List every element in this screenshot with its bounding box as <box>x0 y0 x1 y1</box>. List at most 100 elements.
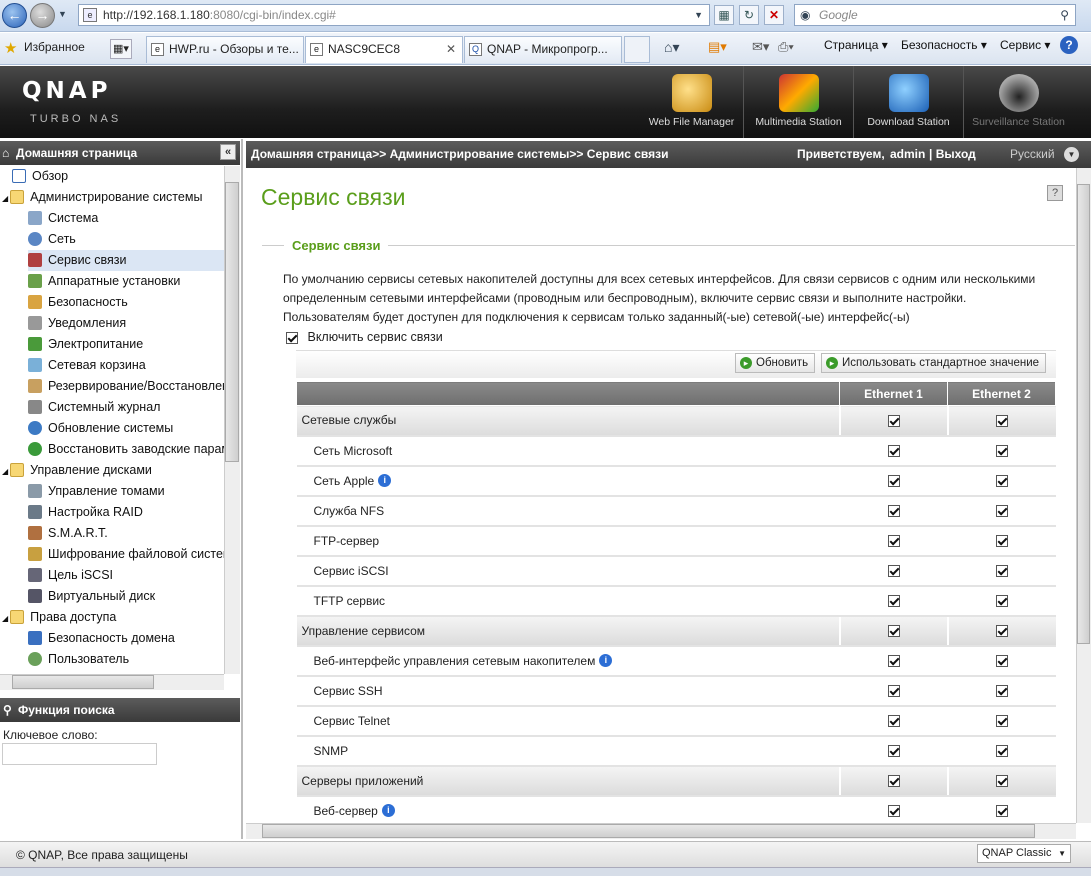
ethernet-1-checkbox[interactable] <box>887 565 900 578</box>
ethernet-1-checkbox[interactable] <box>887 535 900 548</box>
page-menu[interactable]: Страница ▾ <box>824 38 888 52</box>
sidebar-item-user[interactable]: Пользователь <box>28 649 129 670</box>
ethernet-1-checkbox[interactable] <box>887 745 900 758</box>
home-icon[interactable]: ⌂▾ <box>664 39 679 56</box>
ethernet-1-checkbox[interactable] <box>887 625 900 638</box>
keyword-input[interactable] <box>2 743 157 765</box>
sidebar-item-iscsi-target[interactable]: Цель iSCSI <box>28 565 113 586</box>
ethernet-1-checkbox[interactable] <box>887 415 900 428</box>
print-icon[interactable]: ⎙▾ <box>778 39 794 55</box>
close-tab-icon[interactable]: ✕ <box>446 37 456 62</box>
sidebar-item-raid[interactable]: Настройка RAID <box>28 502 143 523</box>
back-icon[interactable]: ← <box>2 3 27 28</box>
ethernet-1-checkbox[interactable] <box>887 475 900 488</box>
refresh-button[interactable]: ▸ Обновить <box>735 353 816 373</box>
surveillance-station-link[interactable]: Surveillance Station <box>963 66 1073 138</box>
sidebar-item-volume-management[interactable]: Управление томами <box>28 481 165 502</box>
ethernet-2-checkbox[interactable] <box>996 775 1008 788</box>
url-field[interactable]: e http://192.168.1.180:8080/cgi-bin/inde… <box>78 4 710 26</box>
sidebar-item-overview[interactable]: Обзор <box>12 166 68 187</box>
new-tab-button[interactable] <box>624 36 650 63</box>
history-dropdown-icon[interactable]: ▼ <box>58 9 67 19</box>
ethernet-1-checkbox[interactable] <box>887 445 900 458</box>
sidebar-item-disk-management[interactable]: ◢ Управление дисками <box>2 460 152 481</box>
sidebar-item-virtual-disk[interactable]: Виртуальный диск <box>28 586 155 607</box>
ethernet-2-checkbox[interactable] <box>996 805 1008 818</box>
sidebar-item-recycle-bin[interactable]: Сетевая корзина <box>28 355 146 376</box>
ethernet-2-checkbox[interactable] <box>996 505 1008 518</box>
tab-qnap[interactable]: Q QNAP - Микропрогр... <box>464 36 622 63</box>
info-icon[interactable]: i <box>378 473 392 487</box>
ethernet-2-checkbox[interactable] <box>996 445 1008 458</box>
mail-icon[interactable]: ✉▾ <box>752 39 769 55</box>
sidebar-item-domain-security[interactable]: Безопасность домена <box>28 628 175 649</box>
language-select[interactable]: Русский <box>1010 141 1055 168</box>
search-icon[interactable]: ⚲ <box>1060 5 1069 25</box>
compat-view-icon[interactable]: ▦ <box>714 5 734 25</box>
use-defaults-button[interactable]: ▸ Использовать стандартное значение <box>821 353 1047 373</box>
sidebar-item-system-log[interactable]: Системный журнал <box>28 397 160 418</box>
sidebar-item-encryption[interactable]: Шифрование файловой систем <box>28 544 224 565</box>
info-icon[interactable]: i <box>381 803 395 817</box>
sidebar-item-hardware[interactable]: Аппаратные установки <box>28 271 180 292</box>
multimedia-station-link[interactable]: Multimedia Station <box>743 66 853 138</box>
ethernet-1-checkbox[interactable] <box>887 655 900 668</box>
security-menu[interactable]: Безопасность ▾ <box>901 38 987 52</box>
ethernet-1-checkbox[interactable] <box>887 775 900 788</box>
sidebar-item-access-rights[interactable]: ◢ Права доступа <box>2 607 116 628</box>
enable-service-binding-checkbox[interactable] <box>286 331 298 344</box>
sidebar-item-power[interactable]: Электропитание <box>28 334 143 355</box>
refresh-icon[interactable]: ↻ <box>739 5 759 25</box>
skin-select[interactable]: QNAP Classic ▼ <box>977 844 1071 863</box>
sidebar-item-service-binding[interactable]: Сервис связи <box>28 250 224 271</box>
sidebar-home-link[interactable]: Домашняя страница <box>16 146 137 160</box>
ethernet-2-checkbox[interactable] <box>996 565 1008 578</box>
search-input[interactable]: ◉ Google ⚲ <box>794 4 1076 26</box>
info-icon[interactable]: i <box>599 653 613 667</box>
ethernet-1-checkbox[interactable] <box>887 805 900 818</box>
ethernet-2-checkbox[interactable] <box>996 655 1008 668</box>
favorites-button[interactable]: Избранное <box>24 40 85 54</box>
url-dropdown-icon[interactable]: ▼ <box>694 5 703 25</box>
sidebar-item-smart[interactable]: S.M.A.R.T. <box>28 523 108 544</box>
ethernet-2-checkbox[interactable] <box>996 535 1008 548</box>
quick-tabs-icon[interactable]: ▦▾ <box>110 39 132 59</box>
feeds-icon[interactable]: ▤▾ <box>708 39 727 55</box>
web-file-manager-link[interactable]: Web File Manager <box>640 66 743 138</box>
help-icon[interactable]: ? <box>1047 185 1063 201</box>
ethernet-2-checkbox[interactable] <box>996 475 1008 488</box>
sidebar-item-security[interactable]: Безопасность <box>28 292 128 313</box>
chevron-down-icon[interactable]: ▼ <box>1064 147 1079 162</box>
main-scroll-thumb[interactable] <box>1077 184 1090 644</box>
collapse-sidebar-button[interactable]: « <box>220 144 236 160</box>
sidebar-item-system[interactable]: Система <box>28 208 98 229</box>
sidebar-item-factory-reset[interactable]: Восстановить заводские парам <box>28 439 224 460</box>
forward-icon[interactable]: → <box>30 3 55 28</box>
ethernet-1-checkbox[interactable] <box>887 595 900 608</box>
sidebar-hscroll-thumb[interactable] <box>12 675 154 689</box>
ethernet-2-checkbox[interactable] <box>996 595 1008 608</box>
ethernet-1-checkbox[interactable] <box>887 685 900 698</box>
favorites-star-icon[interactable]: ★ <box>4 39 17 57</box>
sidebar-item-backup-restore[interactable]: Резервирование/Восстановлен <box>28 376 224 397</box>
stop-icon[interactable]: ✕ <box>764 5 784 25</box>
logout-link[interactable]: | Выход <box>929 141 976 168</box>
ethernet-2-checkbox[interactable] <box>996 625 1008 638</box>
sidebar-item-firmware-update[interactable]: Обновление системы <box>28 418 173 439</box>
sidebar-item-network[interactable]: Сеть <box>28 229 76 250</box>
ethernet-1-checkbox[interactable] <box>887 505 900 518</box>
download-station-link[interactable]: Download Station <box>853 66 963 138</box>
sidebar-scroll-thumb[interactable] <box>225 182 239 462</box>
main-hscroll-thumb[interactable] <box>262 824 1035 838</box>
breadcrumb[interactable]: Домашняя страница>> Администрирование си… <box>251 141 668 168</box>
sidebar-item-notifications[interactable]: Уведомления <box>28 313 126 334</box>
service-menu[interactable]: Сервис ▾ <box>1000 38 1050 52</box>
ethernet-2-checkbox[interactable] <box>996 415 1008 428</box>
sidebar-item-system-admin[interactable]: ◢ Администрирование системы <box>2 187 202 208</box>
ethernet-2-checkbox[interactable] <box>996 715 1008 728</box>
tab-hwp[interactable]: e HWP.ru - Обзоры и те... <box>146 36 304 63</box>
ethernet-1-checkbox[interactable] <box>887 715 900 728</box>
tab-nasc9cec8[interactable]: e NASC9CEC8 ✕ <box>305 36 463 63</box>
ethernet-2-checkbox[interactable] <box>996 685 1008 698</box>
help-menu-icon[interactable]: ? <box>1060 36 1078 54</box>
